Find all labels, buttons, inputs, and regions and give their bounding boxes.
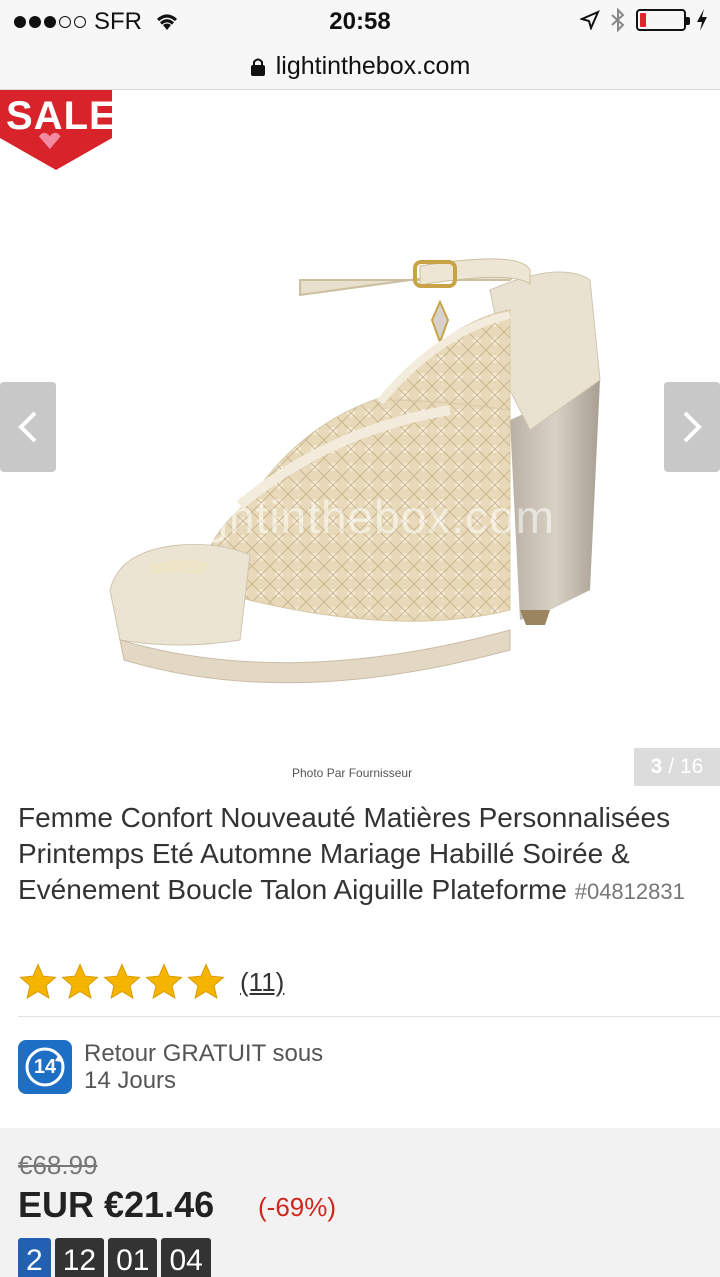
lock-icon: [250, 58, 265, 76]
countdown-days: 2: [18, 1238, 51, 1277]
url-domain: lightinthebox.com: [275, 52, 471, 80]
return-badge-number: 14: [33, 1055, 57, 1078]
product-gallery[interactable]: SALE lightinthebox.com Photo Par Fournis…: [0, 90, 720, 790]
total-images: / 16: [668, 755, 704, 778]
sale-badge: SALE: [0, 90, 116, 170]
countdown-minutes: 01: [108, 1238, 158, 1277]
countdown-timer: 2 12 01 04: [18, 1238, 211, 1277]
star-icon: [187, 963, 225, 1000]
review-count-link[interactable]: (11): [240, 967, 284, 998]
status-bar: SFR 20:58: [0, 0, 720, 44]
star-icon: [61, 963, 99, 1000]
image-watermark: lightinthebox.com: [180, 491, 555, 543]
chevron-right-icon: [683, 411, 702, 443]
current-image-number: 3: [650, 755, 663, 778]
bluetooth-icon: [611, 8, 625, 32]
countdown-seconds: 04: [161, 1238, 211, 1277]
price-section: €68.99 EUR €21.46 (-69%) 2 12 01 04: [0, 1128, 720, 1277]
chevron-left-icon: [18, 411, 37, 443]
countdown-hours: 12: [54, 1238, 105, 1277]
battery-icon: [636, 9, 690, 31]
image-counter: 3 / 16: [634, 748, 720, 786]
location-arrow-icon: [580, 10, 600, 30]
status-icons: [580, 8, 708, 32]
sale-price: EUR €21.46: [18, 1184, 215, 1225]
photo-credit: Photo Par Fournisseur: [292, 766, 413, 780]
sale-label: SALE: [6, 94, 117, 138]
return-line-1: Retour GRATUIT sous: [84, 1040, 324, 1067]
previous-image-button[interactable]: [0, 382, 56, 472]
address-bar[interactable]: lightinthebox.com: [0, 44, 720, 90]
star-icon: [103, 963, 141, 1000]
product-sku: #04812831: [574, 879, 685, 904]
next-image-button[interactable]: [664, 382, 720, 472]
discount-percentage: (-69%): [258, 1192, 337, 1222]
product-image-shoe: [109, 258, 601, 684]
star-icon: [19, 963, 57, 1000]
free-return-info: 14 Retour GRATUIT sous 14 Jours: [18, 1040, 323, 1094]
product-title: Femme Confort Nouveauté Matières Personn…: [18, 800, 708, 910]
return-14-days-icon: 14: [18, 1040, 72, 1094]
return-line-2: 14 Jours: [84, 1067, 177, 1094]
charging-bolt-icon: [697, 9, 707, 31]
product-title-text: Femme Confort Nouveauté Matières Personn…: [18, 802, 671, 905]
star-icon: [145, 963, 183, 1000]
product-rating[interactable]: (11): [18, 962, 284, 1002]
original-price: €68.99: [18, 1150, 98, 1180]
divider: [18, 1016, 720, 1017]
